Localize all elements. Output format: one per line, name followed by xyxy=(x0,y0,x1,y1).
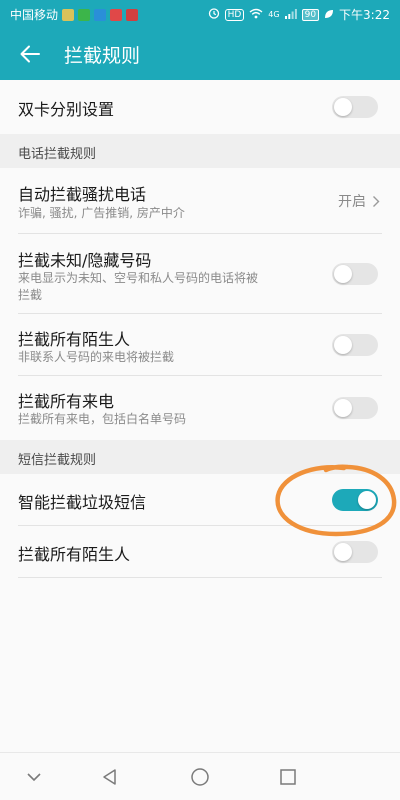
spam-calls-status[interactable]: 开启 xyxy=(338,191,380,211)
nav-recents-button[interactable] xyxy=(274,763,302,791)
network-type-label: 4G xyxy=(268,10,280,19)
battery-icon: 90 xyxy=(301,8,320,21)
circle-home-icon xyxy=(191,768,209,786)
unknown-numbers-toggle[interactable] xyxy=(332,263,378,285)
dual-sim-label: 双卡分别设置 xyxy=(18,100,115,119)
system-nav-bar xyxy=(0,752,400,800)
app-header: 中国移动 HD 4G 90 下午3:22 拦截规则 xyxy=(0,0,400,80)
spam-calls-row[interactable]: 自动拦截骚扰电话 诈骗, 骚扰, 广告推销, 房产中介 开启 xyxy=(0,168,400,234)
notification-app-icon xyxy=(62,8,75,21)
nav-home-button[interactable] xyxy=(186,763,214,791)
smart-sms-toggle[interactable] xyxy=(332,489,378,511)
unknown-numbers-row[interactable]: 拦截未知/隐藏号码 来电显示为未知、空号和私人号码的电话将被 拦截 xyxy=(0,234,400,314)
smart-sms-row[interactable]: 智能拦截垃圾短信 xyxy=(0,474,400,526)
status-bar: 中国移动 HD 4G 90 下午3:22 xyxy=(0,0,400,28)
dual-sim-toggle[interactable] xyxy=(332,96,378,118)
toggle-knob xyxy=(334,336,352,354)
toggle-knob xyxy=(334,265,352,283)
spam-calls-description: 诈骗, 骚扰, 广告推销, 房产中介 xyxy=(18,206,185,220)
strangers-sms-toggle[interactable] xyxy=(332,541,378,563)
arrow-left-icon xyxy=(20,45,40,63)
row-divider xyxy=(18,577,382,578)
toggle-knob xyxy=(334,399,352,417)
hd-icon: HD xyxy=(224,8,245,21)
leaf-icon xyxy=(324,8,334,22)
chevron-right-icon xyxy=(373,195,380,207)
notification-app-icon xyxy=(110,8,123,21)
back-button[interactable] xyxy=(10,34,50,74)
toolbar: 拦截规则 xyxy=(0,28,400,80)
nav-back-button[interactable] xyxy=(96,763,124,791)
triangle-back-icon xyxy=(103,769,116,785)
toggle-knob xyxy=(334,98,352,116)
strangers-sms-row[interactable]: 拦截所有陌生人 xyxy=(0,526,400,578)
section-title: 电话拦截规则 xyxy=(18,147,97,162)
strangers-sms-label: 拦截所有陌生人 xyxy=(18,545,131,564)
spam-calls-value: 开启 xyxy=(338,194,366,210)
unknown-numbers-description-line2: 拦截 xyxy=(18,288,43,302)
section-header-call-rules: 电话拦截规则 xyxy=(0,134,400,168)
all-calls-label: 拦截所有来电 xyxy=(18,392,115,411)
square-recents-icon xyxy=(280,769,296,785)
collapse-nav-button[interactable] xyxy=(20,763,48,791)
section-header-sms-rules: 短信拦截规则 xyxy=(0,440,400,474)
signal-icon xyxy=(284,8,297,22)
strangers-calls-description: 非联系人号码的来电将被拦截 xyxy=(18,350,175,364)
alarm-icon xyxy=(208,7,220,22)
status-left: 中国移动 xyxy=(10,6,139,23)
strangers-calls-toggle[interactable] xyxy=(332,334,378,356)
unknown-numbers-label: 拦截未知/隐藏号码 xyxy=(18,251,152,270)
status-right: HD 4G 90 下午3:22 xyxy=(208,6,390,23)
all-calls-description: 拦截所有来电，包括白名单号码 xyxy=(18,412,187,426)
smart-sms-label: 智能拦截垃圾短信 xyxy=(18,493,147,512)
notification-app-icon xyxy=(78,8,91,21)
wifi-icon xyxy=(249,8,263,22)
notification-app-icon xyxy=(126,8,139,21)
all-calls-toggle[interactable] xyxy=(332,397,378,419)
toggle-knob xyxy=(358,491,376,509)
carrier-label: 中国移动 xyxy=(10,8,59,22)
strangers-calls-row[interactable]: 拦截所有陌生人 非联系人号码的来电将被拦截 xyxy=(0,314,400,376)
section-title: 短信拦截规则 xyxy=(18,453,97,468)
spam-calls-label: 自动拦截骚扰电话 xyxy=(18,185,147,204)
dual-sim-row[interactable]: 双卡分别设置 xyxy=(0,80,400,134)
page-title: 拦截规则 xyxy=(64,44,141,67)
notification-app-icon xyxy=(94,8,107,21)
unknown-numbers-description-line1: 来电显示为未知、空号和私人号码的电话将被 xyxy=(18,271,259,285)
chevron-down-icon xyxy=(27,773,41,782)
clock-label: 下午3:22 xyxy=(339,8,390,22)
toggle-knob xyxy=(334,543,352,561)
strangers-calls-label: 拦截所有陌生人 xyxy=(18,330,131,349)
all-calls-row[interactable]: 拦截所有来电 拦截所有来电，包括白名单号码 xyxy=(0,376,400,440)
